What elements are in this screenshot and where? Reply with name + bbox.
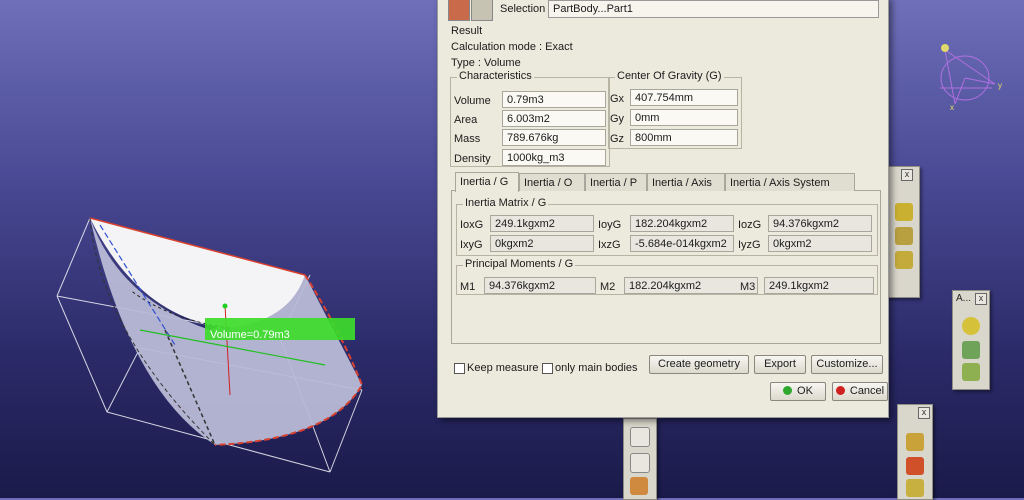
sketch-icon[interactable] <box>630 427 650 447</box>
ok-button[interactable]: OK <box>770 382 826 401</box>
m2-value: 182.204kgxm2 <box>624 277 758 294</box>
toolbar-close-icon[interactable]: x <box>901 169 913 181</box>
calculation-mode: Calculation mode : Exact <box>451 41 573 53</box>
hole-icon[interactable] <box>906 457 924 475</box>
density-label: Density <box>454 153 491 165</box>
only-main-bodies-checkbox[interactable] <box>542 363 553 374</box>
mass-label: Mass <box>454 133 481 145</box>
ixyg-value: 0kgxm2 <box>490 235 594 252</box>
volume-tag: Volume=0.79m3 <box>210 329 290 341</box>
keep-measure-label: Keep measure <box>467 362 539 374</box>
measure-inertia-3d-icon[interactable] <box>448 0 470 21</box>
volume-label: Volume <box>454 95 491 107</box>
volume-value: 0.79m3 <box>502 91 606 108</box>
cancel-label: Cancel <box>849 385 885 397</box>
ixyg-label: IxyG <box>460 239 483 251</box>
customize-button[interactable]: Customize... <box>811 355 883 374</box>
measure-item-icon[interactable] <box>962 363 980 381</box>
ok-icon <box>783 386 793 395</box>
tab-inertia-g[interactable]: Inertia / G <box>455 172 519 192</box>
iyzg-label: IyzG <box>738 239 761 251</box>
ixzg-value: -5.684e-014kgxm2 <box>630 235 734 252</box>
tab-inertia-o[interactable]: Inertia / O <box>519 173 585 191</box>
compass-y-label: y <box>998 81 1002 90</box>
mass-value: 789.676kg <box>502 129 606 146</box>
m2-label: M2 <box>600 281 616 293</box>
selection-field[interactable]: PartBody...Part1 <box>548 0 879 18</box>
part-design-icon[interactable] <box>906 433 924 451</box>
only-main-bodies-label: only main bodies <box>555 362 638 374</box>
toolbar-bottom-center <box>623 418 657 500</box>
shaft-icon[interactable] <box>895 251 913 269</box>
gx-label: Gx <box>610 93 625 105</box>
ioxg-label: IoxG <box>460 219 484 231</box>
toolbar-analysis: A... x <box>952 290 990 390</box>
inertia-matrix-title: Inertia Matrix / G <box>463 197 549 209</box>
cancel-icon <box>835 386 845 395</box>
tab-inertia-axis-system[interactable]: Inertia / Axis System <box>725 173 855 191</box>
result-label: Result <box>451 25 483 37</box>
m3-value: 249.1kgxm2 <box>764 277 874 294</box>
gz-label: Gz <box>610 133 625 145</box>
area-label: Area <box>454 114 478 126</box>
measure-inertia-2d-icon[interactable] <box>471 0 493 21</box>
toolbar-close-icon[interactable]: x <box>918 407 930 419</box>
toolbar-close-icon[interactable]: x <box>975 293 987 305</box>
compass-x-label: x <box>950 103 954 112</box>
measure-between-icon[interactable] <box>962 341 980 359</box>
density-field[interactable]: 1000kg_m3 <box>502 149 606 166</box>
fillet-icon[interactable] <box>906 479 924 497</box>
ixzg-label: IxzG <box>598 239 621 251</box>
toolbar-bottom-right: x <box>897 404 933 500</box>
plane-icon[interactable] <box>630 477 648 495</box>
iozg-value: 94.376kgxm2 <box>768 215 872 232</box>
tab-inertia-p[interactable]: Inertia / P <box>585 173 647 191</box>
measure-inertia-icon[interactable] <box>962 317 980 335</box>
ioyg-label: IoyG <box>598 219 622 231</box>
gy-value: 0mm <box>630 109 738 126</box>
selection-label: Selection : <box>500 3 552 15</box>
ioxg-value: 249.1kgxm2 <box>490 215 594 232</box>
cancel-button[interactable]: Cancel <box>832 382 888 401</box>
gz-value: 800mm <box>630 129 738 146</box>
ioyg-value: 182.204kgxm2 <box>630 215 734 232</box>
export-button[interactable]: Export <box>754 355 806 374</box>
gx-value: 407.754mm <box>630 89 738 106</box>
m1-value: 94.376kgxm2 <box>484 277 596 294</box>
pad-icon[interactable] <box>895 203 913 221</box>
characteristics-title: Characteristics <box>457 70 534 82</box>
area-value: 6.003m2 <box>502 110 606 127</box>
result-type: Type : Volume <box>451 57 521 69</box>
principal-moments-title: Principal Moments / G <box>463 258 576 270</box>
create-geometry-button[interactable]: Create geometry <box>649 355 749 374</box>
toolbar-title: A... <box>956 293 972 304</box>
m3-label: M3 <box>740 281 756 293</box>
center-of-gravity-title: Center Of Gravity (G) <box>615 70 724 82</box>
iyzg-value: 0kgxm2 <box>768 235 872 252</box>
keep-measure-checkbox[interactable] <box>454 363 465 374</box>
m1-label: M1 <box>460 281 476 293</box>
ok-label: OK <box>797 385 813 397</box>
iozg-label: IozG <box>738 219 762 231</box>
gy-label: Gy <box>610 113 625 125</box>
measure-inertia-dialog: Selection : PartBody...Part1 Result Calc… <box>437 0 889 418</box>
pocket-icon[interactable] <box>895 227 913 245</box>
positioned-sketch-icon[interactable] <box>630 453 650 473</box>
selection-row: Selection : PartBody...Part1 <box>448 0 879 21</box>
tab-inertia-axis[interactable]: Inertia / Axis <box>647 173 725 191</box>
